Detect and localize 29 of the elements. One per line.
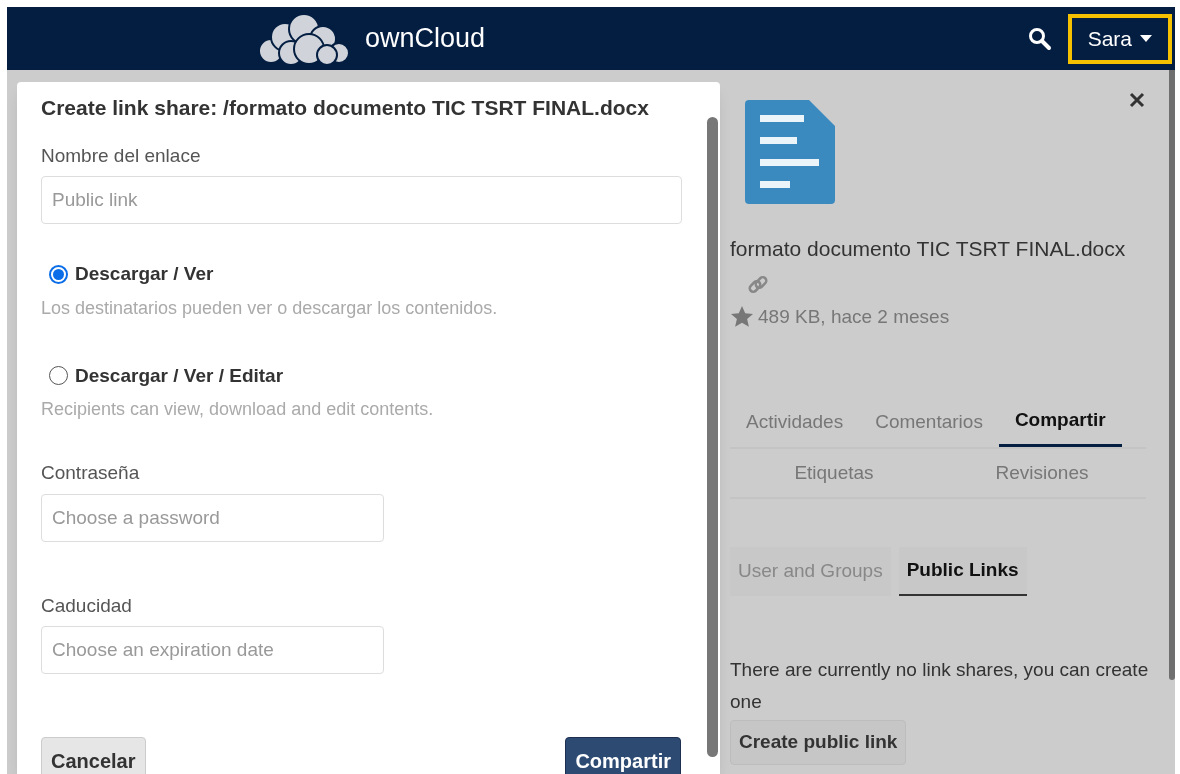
empty-message: There are currently no link shares, you can create one xyxy=(730,658,1150,714)
tab[interactable]: Compartir xyxy=(998,397,1122,447)
search-icon[interactable] xyxy=(1027,26,1052,51)
field-label: Contraseña xyxy=(41,461,141,485)
option-label[interactable]: Descargar / Ver / Editar xyxy=(75,361,284,390)
scrollbar[interactable] xyxy=(707,117,718,757)
link-name-field[interactable]: Public link xyxy=(41,176,682,224)
share-button[interactable]: Compartir xyxy=(565,737,681,774)
user-menu-button[interactable]: Sara xyxy=(1067,13,1172,64)
field-label: Caducidad xyxy=(41,593,133,618)
option-description: Los destinatarios pueden ver o descargar los contenidos. xyxy=(41,296,499,320)
file-meta: 489 KB, hace 2 meses xyxy=(758,304,950,329)
file-name: formato documento TIC TSRT FINAL.docx xyxy=(730,236,1127,262)
field-label: Nombre del enlace xyxy=(41,143,202,168)
option-label[interactable]: Descargar / Ver xyxy=(75,260,214,289)
scrollbar[interactable] xyxy=(1169,70,1175,680)
caret-icon xyxy=(1140,35,1152,42)
password-field[interactable]: Choose a password xyxy=(41,493,384,542)
dialog-title: Create link share: /formato documento TIC TSRT FINAL.docx xyxy=(41,95,650,121)
logo-text: ownCloud xyxy=(365,22,486,56)
expiration-date-field[interactable]: Choose an expiration date xyxy=(41,626,384,674)
cancel-button[interactable]: Cancelar xyxy=(41,737,146,774)
document-icon xyxy=(745,100,835,205)
radio-button[interactable] xyxy=(49,264,68,284)
close-icon[interactable] xyxy=(1129,92,1145,108)
share-tab[interactable]: Public Links xyxy=(898,547,1027,596)
create-public-link-button[interactable]: Create public link xyxy=(730,720,907,765)
option-description: Recipients can view, download and edit contents. xyxy=(41,398,435,421)
star-icon[interactable] xyxy=(730,304,754,329)
